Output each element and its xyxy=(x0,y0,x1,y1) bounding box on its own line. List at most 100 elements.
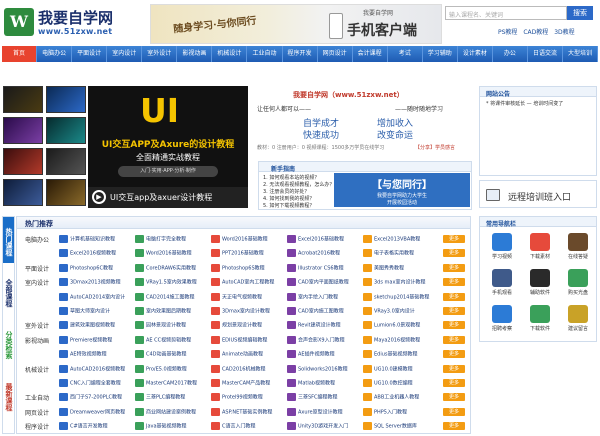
course-link[interactable]: 美图秀秀教程 xyxy=(363,263,437,272)
course-link[interactable]: Pro/E5.0视频教程 xyxy=(135,364,209,373)
course-link[interactable]: Revit建筑设计教程 xyxy=(287,321,361,330)
course-link[interactable]: 电子表格实用教程 xyxy=(363,249,437,258)
course-link[interactable]: PHP5入门教程 xyxy=(363,407,437,416)
guide-item[interactable]: 1. 如何观看本站的视频？ xyxy=(263,175,334,182)
course-link[interactable]: 西门子S7-200PLC教程 xyxy=(59,393,133,402)
course-link[interactable]: Photoshop6C教程 xyxy=(59,263,133,272)
course-link[interactable]: Excel2016视频教程 xyxy=(59,249,133,258)
course-link[interactable]: Photoshop6S教程 xyxy=(211,263,285,272)
more-button[interactable]: 更多 xyxy=(443,321,465,330)
course-link[interactable]: UG10.0建模教程 xyxy=(363,364,437,373)
course-link[interactable]: Axure原型设计教程 xyxy=(287,407,361,416)
course-link[interactable]: Lumion6.0景观教程 xyxy=(363,321,437,330)
quick-nav-item[interactable]: 辅助软件 xyxy=(522,269,558,296)
guide-item[interactable]: 5. 如何下载视频教程？ xyxy=(263,203,334,210)
course-link[interactable]: MasterCAM产品教程 xyxy=(211,379,285,387)
guide-item[interactable]: 3. 注册会员的好处？ xyxy=(263,189,334,196)
more-button[interactable]: 更多 xyxy=(443,364,465,373)
course-link[interactable]: 3Dmax2013视频教程 xyxy=(59,278,133,287)
quick-nav-item[interactable]: 手机观看 xyxy=(484,269,520,296)
hero-banner[interactable]: UI UI交互APP及Axure的设计教程 全面精通实战教程 入门·实用·APP… xyxy=(88,86,248,208)
course-link[interactable]: 室内手绘入门教程 xyxy=(287,292,361,301)
hot-category[interactable]: 工业自动 xyxy=(25,393,55,402)
nav-item[interactable]: 网页设计 xyxy=(318,46,353,62)
course-link[interactable]: Maya2016视频教程 xyxy=(363,335,437,344)
course-link[interactable]: Word2016基础教程 xyxy=(135,249,209,258)
nav-item[interactable]: 机械设计 xyxy=(212,46,248,62)
nav-item-home[interactable]: 首页 xyxy=(2,46,38,62)
course-link[interactable]: 3Dmax室内设计教程 xyxy=(211,307,285,315)
more-button[interactable]: 更多 xyxy=(443,235,465,243)
course-link[interactable]: Premiere视频教程 xyxy=(59,335,133,344)
nav-item[interactable]: 学习辅助 xyxy=(423,46,458,62)
course-link[interactable]: ASP.NET基础实例教程 xyxy=(211,407,285,416)
thumbnail[interactable] xyxy=(3,117,43,144)
thumbnail[interactable] xyxy=(3,179,43,206)
companion-banner[interactable]: 【与您同行】 我要自学网助力大学生 开展校园活动 xyxy=(334,173,470,207)
more-button[interactable]: 更多 xyxy=(443,335,465,344)
course-link[interactable]: Excel2016基础教程 xyxy=(287,235,361,243)
course-link[interactable]: 商业网站建设案例教程 xyxy=(135,407,209,416)
course-link[interactable]: AutoCAD2014室内设计 xyxy=(59,292,133,301)
more-button[interactable]: 更多 xyxy=(443,263,465,272)
hot-category[interactable]: 程序设计 xyxy=(25,422,55,431)
nav-item[interactable]: 日语交流 xyxy=(528,46,563,62)
remote-training-entry[interactable]: 远程培训班入口 xyxy=(479,180,597,208)
hot-category[interactable]: 网页设计 xyxy=(25,408,55,417)
course-link[interactable]: CoreDRAW6实用教程 xyxy=(135,263,209,272)
course-link[interactable]: CAD室内施工图教程 xyxy=(287,307,361,315)
course-link[interactable]: Protel99视频教程 xyxy=(211,393,285,402)
thumbnail[interactable] xyxy=(46,148,86,175)
course-link[interactable]: AE特效视频教程 xyxy=(59,350,133,359)
guide-item[interactable]: 4. 如何找到我的视频？ xyxy=(263,196,334,203)
more-button[interactable]: 更多 xyxy=(443,307,465,315)
course-link[interactable]: 建筑效果图视频教程 xyxy=(59,321,133,330)
course-link[interactable]: AutoCAD2016视频教程 xyxy=(59,364,133,373)
hot-link[interactable]: 3D教程 xyxy=(554,29,574,36)
course-link[interactable]: Illustrator CS6教程 xyxy=(287,263,361,272)
hot-category[interactable]: 室内设计 xyxy=(25,278,55,287)
more-button[interactable]: 更多 xyxy=(443,249,465,258)
more-button[interactable]: 更多 xyxy=(443,292,465,301)
course-link[interactable]: 室内效果图后期教程 xyxy=(135,307,209,315)
hot-category[interactable]: 机械设计 xyxy=(25,365,55,374)
course-link[interactable]: SQL Server数据库 xyxy=(363,422,437,431)
quick-nav-item[interactable]: 下载素材 xyxy=(522,233,558,260)
quick-nav-item[interactable]: 建议留言 xyxy=(560,305,596,332)
course-link[interactable]: 计算机基础知识教程 xyxy=(59,235,133,243)
course-link[interactable]: Acrobat2016教程 xyxy=(287,249,361,258)
hot-category[interactable]: 室外设计 xyxy=(25,321,55,330)
course-link[interactable]: MasterCAM2017教程 xyxy=(135,379,209,387)
course-link[interactable]: Word2016基础教程 xyxy=(211,235,285,243)
quick-nav-item[interactable]: 下载软件 xyxy=(522,305,558,332)
thumbnail[interactable] xyxy=(46,86,86,113)
course-link[interactable]: 三菱PLC编程教程 xyxy=(135,393,209,402)
course-link[interactable]: CNC入门编程全套教程 xyxy=(59,379,133,387)
intro-testimonials-link[interactable]: 【分享】学员感言 xyxy=(415,144,455,151)
course-link[interactable]: 3ds max室内设计教程 xyxy=(363,278,437,287)
course-link[interactable]: sketchup2014基础教程 xyxy=(363,292,437,301)
course-link[interactable]: UG10.0数控编程 xyxy=(363,379,437,387)
more-button[interactable]: 更多 xyxy=(443,379,465,387)
thumbnail[interactable] xyxy=(3,148,43,175)
course-link[interactable]: CAD2016机械教程 xyxy=(211,364,285,373)
site-logo[interactable]: W 我要自学网 www.51zxw.net xyxy=(4,6,134,38)
more-button[interactable]: 更多 xyxy=(443,393,465,402)
course-link[interactable]: PPT2016基础教程 xyxy=(211,249,285,258)
course-link[interactable]: Matlab视频教程 xyxy=(287,379,361,387)
more-button[interactable]: 更多 xyxy=(443,407,465,416)
nav-item[interactable]: 影视动画 xyxy=(177,46,213,62)
nav-item[interactable]: 平面设计 xyxy=(72,46,108,62)
hot-link[interactable]: PS教程 xyxy=(498,29,517,36)
hot-category[interactable]: 影视动画 xyxy=(25,336,55,345)
app-banner[interactable]: 随身学习·与你同行 我要自学网 手机客户端 xyxy=(150,4,442,44)
quick-nav-item[interactable]: 学习视频 xyxy=(484,233,520,260)
hot-category[interactable]: 电脑办公 xyxy=(25,235,55,244)
nav-item[interactable]: 室内设计 xyxy=(107,46,143,62)
nav-item[interactable]: 办公 xyxy=(493,46,528,62)
course-link[interactable]: Animate动画教程 xyxy=(211,350,285,359)
nav-item[interactable]: 设计素材 xyxy=(458,46,493,62)
side-tab[interactable]: 全部课程 xyxy=(3,267,14,315)
notice-item[interactable]: * 将课件审核延长 — 培训时间变了 xyxy=(480,97,596,110)
hot-category[interactable]: 平面设计 xyxy=(25,264,55,273)
